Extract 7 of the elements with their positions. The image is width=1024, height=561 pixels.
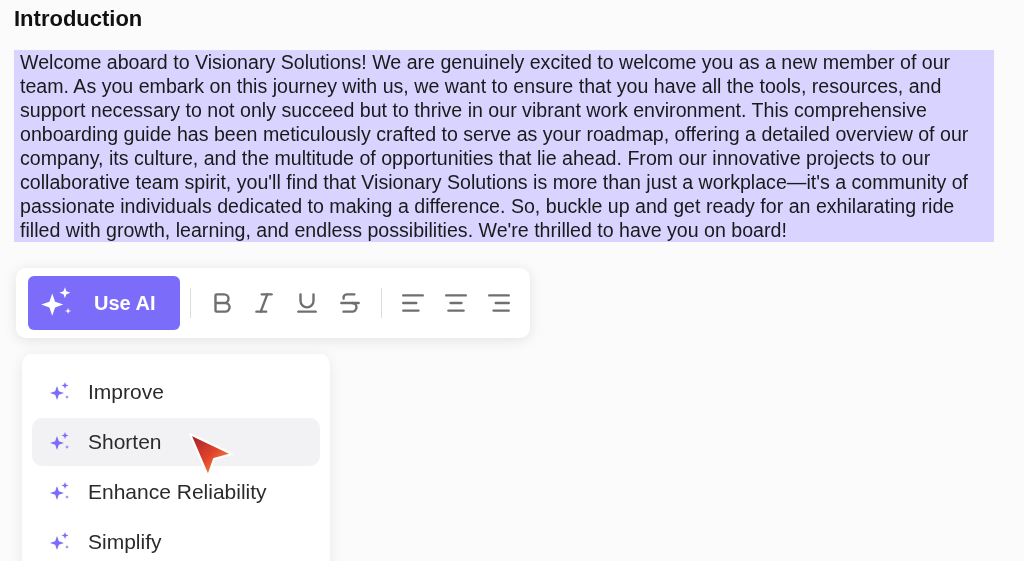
menu-item[interactable]: Shorten <box>32 418 320 466</box>
menu-item[interactable]: Simplify <box>32 518 320 561</box>
menu-item[interactable]: Improve <box>32 368 320 416</box>
menu-item[interactable]: Enhance Reliability <box>32 468 320 516</box>
selected-paragraph: Welcome aboard to Visionary Solutions! We are genuinely excited to welcome you as a new member of our team. As you embark on this journey with us, we want to ensure that you have all the tools, resources, and support necessary to not only succeed but to thrive in our vibrant work environment. This comprehensive onboarding guide has been meticulously crafted to serve as your roadmap, offering a detailed overview of our company, its culture, and the multitude of opportunities that lie ahead. From our innovative projects to our collaborative team spirit, you'll find that Visionary Solutions is more than just a workplace—it's a community of passionate individuals dedicated to making a difference. So, buckle up and get ready for an exhilarating ride filled with growth, learning, and endless possibilities. We're thrilled to have you on board! <box>14 50 994 242</box>
section-heading: Introduction <box>14 6 144 32</box>
use-ai-button[interactable]: Use AI <box>28 276 180 330</box>
